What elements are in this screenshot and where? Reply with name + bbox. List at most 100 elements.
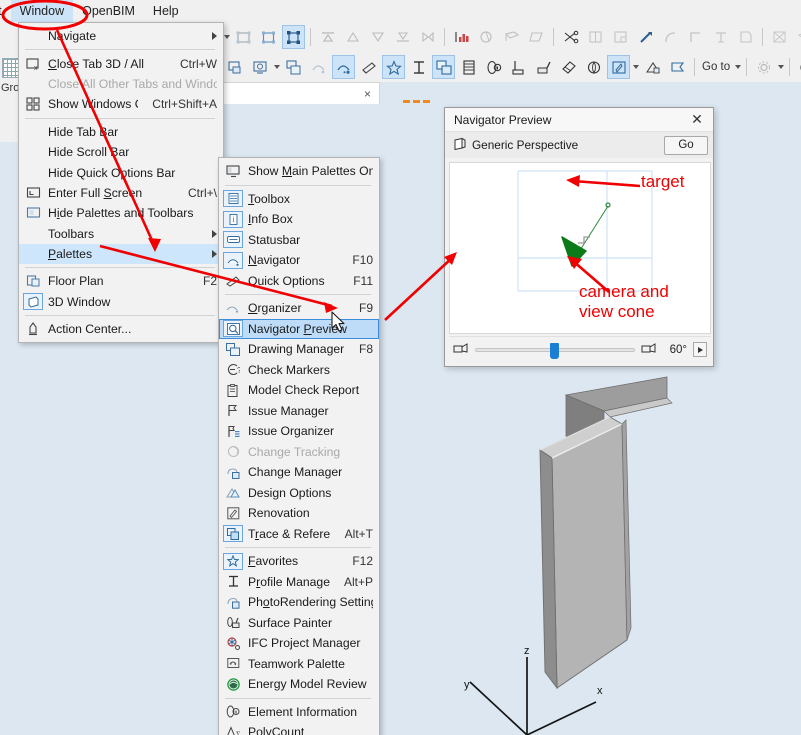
favorites-tool-icon[interactable]: [382, 55, 405, 79]
menu-item-toolbars[interactable]: Toolbars: [19, 224, 223, 244]
menu-item-statusbar[interactable]: Statusbar: [219, 230, 379, 251]
renovation-caret-icon[interactable]: [631, 55, 640, 79]
menu-item-action-center[interactable]: Action Center...: [19, 319, 223, 339]
close-icon[interactable]: ✕: [685, 109, 709, 131]
menu-item-model-check-report[interactable]: Model Check Report: [219, 380, 379, 401]
menubar-item-window[interactable]: Window: [11, 0, 73, 22]
navigator-preview-tool-icon[interactable]: [332, 55, 355, 79]
menu-item-issue-organizer[interactable]: Issue Organizer: [219, 421, 379, 442]
navigator-preview-titlebar[interactable]: Navigator Preview ✕: [445, 108, 713, 132]
menu-item-navigator[interactable]: Navigator F10: [219, 250, 379, 271]
menubar[interactable]: rt Window OpenBIM Help: [0, 0, 801, 22]
menu-item-palettes[interactable]: Palettes: [19, 244, 223, 264]
menu-item-ifc-project-manager[interactable]: IFC Project Manager: [219, 633, 379, 654]
chamfer-icon[interactable]: [684, 25, 707, 49]
menubar-item-openbim[interactable]: OpenBIM: [73, 0, 144, 22]
marquee-rect-icon[interactable]: [257, 25, 280, 49]
magic-wand-icon[interactable]: [634, 25, 657, 49]
menu-item-hide-quick-options-bar[interactable]: Hide Quick Options Bar: [19, 162, 223, 182]
adjust-icon[interactable]: [609, 25, 632, 49]
surface-painter-tool-icon[interactable]: [532, 55, 555, 79]
publisher-caret-icon[interactable]: [272, 55, 281, 79]
menu-item-organizer[interactable]: Organizer F9: [219, 298, 379, 319]
mirror-icon[interactable]: [416, 25, 439, 49]
menubar-item-0[interactable]: rt: [0, 0, 11, 22]
menu-item-photorendering-settings[interactable]: PhotoRendering Settings: [219, 592, 379, 613]
menu-item-show-main-palettes-only[interactable]: Show Main Palettes Only: [219, 161, 379, 182]
toolbox-tool-icon[interactable]: [457, 55, 480, 79]
menu-item-polycount[interactable]: Σ PolyCount: [219, 722, 379, 735]
3d-cutaway-icon[interactable]: [500, 25, 523, 49]
window-menu[interactable]: Navigate x Close Tab 3D / All Ctrl+W Clo…: [18, 22, 224, 343]
slider-thumb[interactable]: [550, 343, 559, 359]
menu-item-navigator-preview[interactable]: Navigator Preview: [219, 319, 379, 340]
settings-caret-icon[interactable]: [776, 55, 785, 79]
menu-item-quick-options[interactable]: Quick Options F11: [219, 271, 379, 292]
menu-item-check-markers[interactable]: ? Check Markers: [219, 360, 379, 381]
align-bottom-icon[interactable]: [391, 25, 414, 49]
menu-item-show-windows-overview[interactable]: Show Windows Overview Ctrl+Shift+A: [19, 94, 223, 114]
marquee-3d-icon[interactable]: [282, 25, 305, 49]
menu-item-hide-tab-bar[interactable]: Hide Tab Bar: [19, 122, 223, 142]
palettes-submenu[interactable]: Show Main Palettes Only Toolbox i Info B…: [218, 157, 380, 735]
navigator-preview-window[interactable]: Navigator Preview ✕ Generic Perspective …: [444, 107, 714, 367]
menu-item-change-manager[interactable]: Change Manager: [219, 462, 379, 483]
chart-icon[interactable]: [450, 25, 473, 49]
menubar-item-help[interactable]: Help: [144, 0, 188, 22]
menu-item-info-box[interactable]: i Info Box: [219, 209, 379, 230]
navigator-preview-footer[interactable]: 60°: [449, 336, 711, 362]
menu-item-energy-model-review[interactable]: Energy Model Review: [219, 674, 379, 695]
library-loading-tool-icon[interactable]: [507, 55, 530, 79]
menu-item-issue-manager[interactable]: Issue Manager: [219, 401, 379, 422]
triangle-down-icon[interactable]: [366, 25, 389, 49]
split-icon[interactable]: [584, 25, 607, 49]
settings-gear-icon[interactable]: [752, 55, 775, 79]
menu-item-navigate[interactable]: Navigate: [19, 26, 223, 46]
renovation-icon[interactable]: [607, 55, 630, 79]
menu-item-profile-manager[interactable]: Profile Manager Alt+P: [219, 572, 379, 593]
menu-item-renovation[interactable]: Renovation: [219, 503, 379, 524]
field-of-view-slider[interactable]: [475, 348, 635, 352]
expand-settings-button[interactable]: [693, 342, 707, 357]
globe-search-icon[interactable]: [475, 25, 498, 49]
goto-caret-icon[interactable]: [733, 55, 742, 79]
navigator-tool-icon[interactable]: [307, 55, 330, 79]
navigator-preview-viewpoint-bar[interactable]: Generic Perspective Go: [445, 132, 713, 158]
menu-item-enter-full-screen[interactable]: Enter Full Screen Ctrl+\: [19, 183, 223, 203]
publisher-icon[interactable]: [248, 55, 271, 79]
solid-operation-icon[interactable]: [793, 25, 801, 49]
fillet-icon[interactable]: [659, 25, 682, 49]
menu-item-element-information[interactable]: Element Information: [219, 702, 379, 723]
menu-item-toolbox[interactable]: Toolbox: [219, 189, 379, 210]
element-information-tool-icon[interactable]: [482, 55, 505, 79]
issue-manager-icon[interactable]: [666, 55, 689, 79]
marquee-icon[interactable]: [232, 25, 255, 49]
menu-item-trace-reference[interactable]: Trace & Reference Alt+T: [219, 524, 379, 545]
quick-options-tool-icon[interactable]: [357, 55, 380, 79]
scissors-icon[interactable]: [559, 25, 582, 49]
menu-item-favorites[interactable]: Favorites F12: [219, 551, 379, 572]
profile-manager-tool-icon[interactable]: [407, 55, 430, 79]
menu-item-floor-plan[interactable]: Floor Plan F2: [19, 271, 223, 291]
energy-model-icon[interactable]: [582, 55, 605, 79]
triangle-up-icon[interactable]: [341, 25, 364, 49]
organizer-tool-icon[interactable]: [223, 55, 246, 79]
design-options-icon[interactable]: [641, 55, 664, 79]
explode-icon[interactable]: [768, 25, 791, 49]
menu-item-hide-scroll-bar[interactable]: Hide Scroll Bar: [19, 142, 223, 162]
menu-item-3d-window[interactable]: 3D Window: [19, 292, 223, 312]
goto-label[interactable]: Go to: [699, 61, 733, 73]
materials-icon[interactable]: [557, 55, 580, 79]
go-button[interactable]: Go: [664, 136, 708, 155]
trace-reference-tool-icon[interactable]: [432, 55, 455, 79]
menu-item-drawing-manager[interactable]: Drawing Manager F8: [219, 339, 379, 360]
menu-item-teamwork-palette[interactable]: Teamwork Palette: [219, 654, 379, 675]
tab-close-icon[interactable]: ×: [364, 87, 371, 101]
menu-item-hide-palettes-and-toolbars[interactable]: Hide Palettes and Toolbars: [19, 203, 223, 223]
align-top-icon[interactable]: [316, 25, 339, 49]
3d-cutplane-icon[interactable]: [525, 25, 548, 49]
drawing-manager-tool-icon[interactable]: [282, 55, 305, 79]
page-icon[interactable]: [734, 25, 757, 49]
stretch-icon[interactable]: [709, 25, 732, 49]
menu-item-design-options[interactable]: Design Options: [219, 483, 379, 504]
